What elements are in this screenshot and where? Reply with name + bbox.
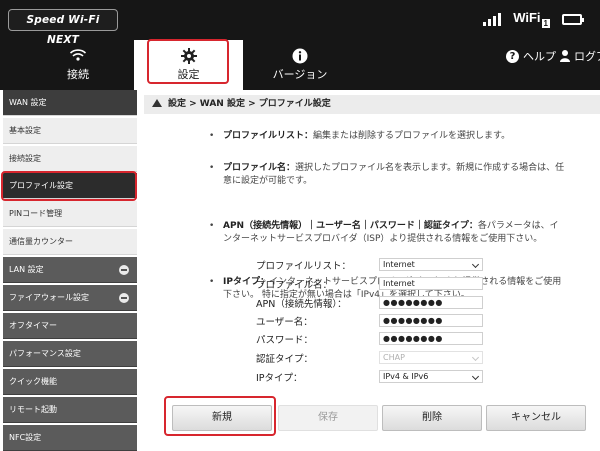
- new-button[interactable]: 新規: [172, 405, 272, 431]
- info-item: APN（接続先情報）｜ユーザー名｜パスワード｜認証タイプ：各パラメータは、インタ…: [205, 220, 567, 246]
- auth-type-select[interactable]: CHAP: [379, 351, 483, 364]
- logout-link[interactable]: ログアウト: [560, 48, 600, 64]
- status-indicators: WiFi 1: [483, 6, 584, 32]
- sidebar-item-label: 基本設定: [9, 126, 41, 135]
- sidebar-item-label: クイック機能: [9, 377, 57, 386]
- sidebar-group-wan[interactable]: WAN 設定: [3, 90, 137, 116]
- password-label: パスワード：: [256, 335, 314, 346]
- sidebar-item-label: LAN 設定: [9, 265, 44, 274]
- breadcrumb-arrow-icon: [152, 99, 162, 107]
- tab-version[interactable]: バージョン: [258, 40, 342, 90]
- sidebar-item-label: 接続設定: [9, 154, 41, 163]
- sidebar-item-data-counter[interactable]: 通信量カウンター: [3, 229, 137, 255]
- sidebar-item-pin[interactable]: PINコード管理: [3, 201, 137, 227]
- tab-settings-label: 設定: [177, 68, 200, 81]
- logout-label: ログアウト: [574, 50, 600, 63]
- expand-icon: [119, 293, 129, 303]
- sidebar: WAN 設定 基本設定 接続設定 プロファイル設定 PINコード管理 通信量カウ…: [0, 90, 137, 451]
- username-label: ユーザー名：: [256, 317, 313, 328]
- sidebar-item-label: 通信量カウンター: [9, 237, 73, 246]
- delete-button[interactable]: 削除: [382, 405, 482, 431]
- info-item-title: プロファイル名：: [223, 163, 296, 173]
- gear-icon: [180, 48, 197, 64]
- info-item: プロファイル名：選択したプロファイル名を表示します。新規に作成する場合は、任意に…: [205, 162, 567, 188]
- expand-icon: [119, 265, 129, 275]
- wifi-status: WiFi 1: [513, 10, 550, 28]
- username-input[interactable]: ●●●●●●●●: [379, 314, 483, 327]
- apn-label: APN（接続先情報）：: [256, 299, 347, 310]
- tab-connect[interactable]: 接続: [38, 40, 118, 90]
- breadcrumb-text: 設定 > WAN 設定 > プロファイル設定: [168, 99, 331, 109]
- signal-strength-icon: [483, 12, 502, 26]
- info-icon: [292, 48, 308, 64]
- help-link[interactable]: ? ヘルプ: [506, 48, 556, 64]
- profile-name-label: プロファイル名：: [256, 280, 333, 291]
- sidebar-item-remote-wake[interactable]: リモート起動: [3, 397, 137, 423]
- sidebar-item-label: ファイアウォール設定: [9, 293, 89, 302]
- sidebar-item-label: パフォーマンス設定: [9, 349, 81, 358]
- sidebar-item-performance[interactable]: パフォーマンス設定: [3, 341, 137, 367]
- wifi-status-label: WiFi: [513, 10, 541, 26]
- ip-type-select[interactable]: IPv4 & IPv6: [379, 370, 483, 383]
- battery-icon: [562, 13, 584, 25]
- info-item-title: プロファイルリスト：: [223, 131, 314, 141]
- apn-input[interactable]: ●●●●●●●●: [379, 296, 483, 309]
- sidebar-group-lan[interactable]: LAN 設定: [3, 257, 137, 283]
- breadcrumb: 設定 > WAN 設定 > プロファイル設定: [144, 95, 600, 114]
- sidebar-item-nfc[interactable]: NFC設定: [3, 425, 137, 451]
- profile-list-select[interactable]: Internet: [379, 258, 483, 271]
- wifi-client-count: 1: [541, 18, 550, 28]
- user-icon: [560, 50, 570, 62]
- brand-logo: Speed Wi-Fi NEXT: [8, 9, 118, 46]
- top-bar: Speed Wi-Fi NEXT WiFi 1 接続 設定 バージョン ? ヘル…: [0, 0, 600, 90]
- help-label: ヘルプ: [523, 50, 556, 63]
- save-button[interactable]: 保存: [278, 405, 378, 431]
- info-item: プロファイルリスト：編集または削除するプロファイルを選択します。: [205, 130, 567, 143]
- sidebar-item-connection[interactable]: 接続設定: [3, 146, 137, 172]
- cancel-button[interactable]: キャンセル: [486, 405, 586, 431]
- sidebar-item-label: オフタイマー: [9, 321, 57, 330]
- help-icon: ?: [506, 49, 519, 63]
- ip-type-label: IPタイプ：: [256, 373, 303, 384]
- sidebar-group-firewall[interactable]: ファイアウォール設定: [3, 285, 137, 311]
- tab-version-label: バージョン: [272, 68, 328, 81]
- sidebar-item-label: プロファイル設定: [9, 181, 73, 190]
- profile-name-input[interactable]: Internet: [379, 277, 483, 290]
- sidebar-item-label: WAN 設定: [9, 98, 47, 107]
- info-item-title: APN（接続先情報）｜ユーザー名｜パスワード｜認証タイプ：: [223, 221, 478, 231]
- sidebar-item-profile[interactable]: プロファイル設定: [3, 173, 137, 199]
- info-item-text: 編集または削除するプロファイルを選択します。: [313, 131, 511, 141]
- tab-connect-label: 接続: [67, 68, 89, 81]
- globe-icon: [69, 49, 87, 61]
- profile-list-label: プロファイルリスト：: [256, 261, 352, 272]
- auth-type-label: 認証タイプ：: [256, 354, 314, 365]
- sidebar-item-label: リモート起動: [9, 405, 57, 414]
- sidebar-item-label: PINコード管理: [9, 209, 63, 218]
- sidebar-item-quick[interactable]: クイック機能: [3, 369, 137, 395]
- sidebar-item-off-timer[interactable]: オフタイマー: [3, 313, 137, 339]
- sidebar-item-basic[interactable]: 基本設定: [3, 118, 137, 144]
- password-input[interactable]: ●●●●●●●●: [379, 332, 483, 345]
- tab-settings[interactable]: 設定: [134, 40, 243, 90]
- info-list: プロファイルリスト：編集または削除するプロファイルを選択します。 プロファイル名…: [205, 130, 567, 300]
